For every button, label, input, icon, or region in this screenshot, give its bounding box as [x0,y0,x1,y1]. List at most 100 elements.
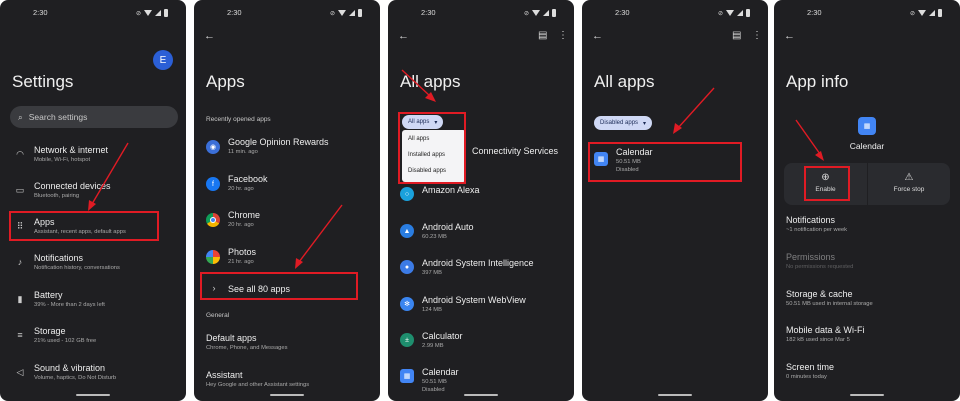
app-info-icon[interactable]: ▤ [538,30,547,41]
app-row-system-intelligence[interactable]: ● Android System Intelligence 397 MB [388,255,574,285]
info-item-notifications[interactable]: Notifications ~1 notification per week [774,212,960,242]
app-time: 21 hr. ago [228,259,254,265]
apps-screen: 2:30 ⊘ ← Apps Recently opened apps ◉ Goo… [194,0,380,401]
status-time: 2:30 [33,8,48,17]
info-item-screen-time[interactable]: Screen time 0 minutes today [774,359,960,389]
item-subtitle: 182 kB used since Mar 5 [786,337,850,343]
battery-status-icon [746,9,750,17]
settings-item-storage[interactable]: ≡ Storage 21% used - 102 GB free [0,323,186,353]
app-status: Disabled [422,387,445,393]
more-options-icon[interactable]: ⋮ [752,30,762,41]
webview-icon: ✻ [400,297,414,311]
settings-item-battery[interactable]: ▮ Battery 39% - More than 2 days left [0,287,186,317]
info-item-storage[interactable]: Storage & cache 50.51 MB used in interna… [774,286,960,316]
item-title: Storage [34,326,66,336]
item-title: Storage & cache [786,289,853,299]
app-name: Photos [228,247,257,257]
filter-dropdown[interactable]: Disabled apps ▾ [594,116,653,130]
app-row-amazon-alexa[interactable]: ○ Amazon Alexa [388,182,574,212]
item-title: Connected devices [34,181,111,191]
android-auto-icon: ▲ [400,224,414,238]
search-input[interactable]: ⌕ Search settings [10,106,178,128]
wifi-icon: ◠ [16,149,24,159]
app-size: 2.99 MB [422,343,444,349]
avatar[interactable]: E [153,50,173,70]
status-time: 2:30 [227,8,242,17]
app-name: Chrome [228,210,261,220]
item-subtitle: 50.51 MB used in internal storage [786,301,873,307]
filter-selected: Disabled apps [600,120,639,126]
app-name: Calendar [422,367,459,377]
app-row-webview[interactable]: ✻ Android System WebView 124 MB [388,292,574,322]
bell-icon: ♪ [17,257,23,267]
back-arrow-icon[interactable]: ← [204,30,215,42]
gesture-bar[interactable] [464,394,498,396]
no-sim-icon: ⊘ [135,10,141,17]
photos-icon [206,250,220,264]
item-subtitle: ~1 notification per week [786,227,848,233]
settings-item-network[interactable]: ◠ Network & internet Mobile, Wi-Fi, hots… [0,142,186,172]
status-bar: 2:30 ⊘ [0,8,186,20]
gesture-bar[interactable] [76,394,110,396]
status-bar: 2:30 ⊘ [194,8,380,20]
settings-item-connected-devices[interactable]: ▭ Connected devices Bluetooth, pairing [0,178,186,208]
back-arrow-icon[interactable]: ← [592,30,603,42]
item-subtitle: Mobile, Wi-Fi, hotspot [34,157,91,163]
general-item-default-apps[interactable]: Default apps Chrome, Phone, and Messages [194,330,380,360]
page-title: All apps [400,72,461,91]
item-subtitle: No permissions requested [786,264,854,270]
facebook-icon: f [206,177,220,191]
force-stop-button[interactable]: ⚠ Force stop [867,163,950,205]
settings-item-notifications[interactable]: ♪ Notifications Notification history, co… [0,250,186,280]
more-options-icon[interactable]: ⋮ [558,30,568,41]
info-item-mobile-data[interactable]: Mobile data & Wi-Fi 182 kB used since Ma… [774,322,960,352]
item-subtitle: Hey Google and other Assistant settings [206,382,310,388]
page-title: All apps [594,72,655,91]
recent-app-opinion-rewards[interactable]: ◉ Google Opinion Rewards 11 min. ago [194,134,380,164]
battery-icon: ▮ [17,294,23,304]
disabled-apps-screen: 2:30 ⊘ ← ▤ ⋮ All apps Disabled apps ▾ ▦ … [582,0,768,401]
recent-app-facebook[interactable]: f Facebook 20 hr. ago [194,171,380,201]
status-time: 2:30 [807,8,822,17]
item-title: Network & internet [34,145,109,155]
chrome-icon [206,213,220,227]
no-sim-icon: ⊘ [717,10,723,17]
recent-app-chrome[interactable]: Chrome 20 hr. ago [194,207,380,237]
settings-item-sound[interactable]: ◁ Sound & vibration Volume, haptics, Do … [0,360,186,390]
general-item-assistant[interactable]: Assistant Hey Google and other Assistant… [194,367,380,397]
recent-app-photos[interactable]: Photos 21 hr. ago [194,244,380,274]
page-title: Settings [12,72,74,91]
opinion-rewards-icon: ◉ [206,140,220,154]
item-subtitle: 0 minutes today [786,374,827,380]
status-bar: 2:30 ⊘ [582,8,768,20]
app-time: 20 hr. ago [228,222,254,228]
wifi-status-icon [144,10,152,16]
back-arrow-icon[interactable]: ← [784,30,795,42]
cell-signal-icon [155,10,161,16]
item-title: Screen time [786,362,835,372]
gesture-bar[interactable] [850,394,884,396]
app-name: Android System Intelligence [422,258,534,268]
gesture-bar[interactable] [270,394,304,396]
calendar-icon: ▦ [400,369,414,383]
app-row-calculator[interactable]: ± Calculator 2.99 MB [388,328,574,358]
app-name: Calculator [422,331,463,341]
app-name: Android Auto [422,222,474,232]
wifi-status-icon [338,10,346,16]
item-title: Default apps [206,333,257,343]
devices-icon: ▭ [15,185,25,195]
highlight-box [804,166,850,201]
app-info-icon[interactable]: ▤ [732,30,741,41]
back-arrow-icon[interactable]: ← [398,30,409,42]
gesture-bar[interactable] [658,394,692,396]
wifi-status-icon [532,10,540,16]
app-row-android-auto[interactable]: ▲ Android Auto 60.23 MB [388,219,574,249]
no-sim-icon: ⊘ [909,10,915,17]
status-time: 2:30 [615,8,630,17]
speaker-icon: ◁ [16,367,24,377]
alexa-icon: ○ [400,187,414,201]
wifi-status-icon [726,10,734,16]
cell-signal-icon [929,10,935,16]
app-time: 20 hr. ago [228,186,254,192]
page-title: Apps [206,72,245,91]
